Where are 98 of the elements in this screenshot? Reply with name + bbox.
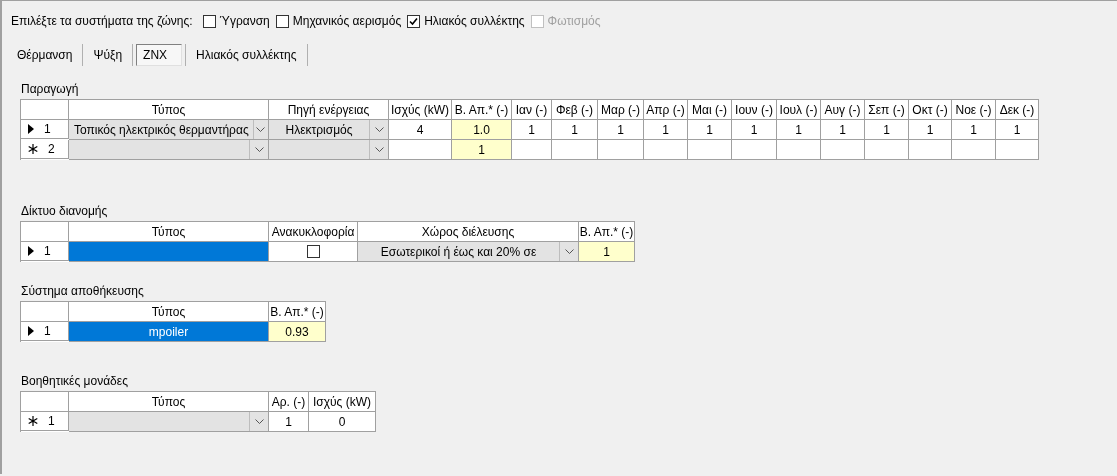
column-header[interactable]: Αρ. (-) — [269, 392, 309, 412]
column-header[interactable]: Δεκ (-) — [996, 100, 1039, 120]
section-title: Σύστημα αποθήκευσης — [21, 284, 144, 298]
checkmark-icon — [409, 16, 419, 26]
table-cell[interactable] — [598, 140, 644, 160]
column-header[interactable]: Τύπος — [69, 392, 269, 412]
column-header[interactable]: Φεβ (-) — [552, 100, 598, 120]
table-cell[interactable] — [821, 140, 865, 160]
dropdown[interactable] — [269, 140, 389, 160]
table-cell[interactable]: 1 — [269, 412, 309, 432]
dropdown[interactable] — [69, 412, 269, 432]
tab[interactable]: Ηλιακός συλλέκτης — [189, 44, 304, 66]
checkbox-label: Ύγρανση — [219, 14, 270, 28]
section-title: Παραγωγή — [21, 82, 79, 96]
table-cell[interactable]: 1 — [512, 120, 552, 140]
table-cell[interactable]: 1 — [952, 120, 996, 140]
column-header[interactable]: Νοε (-) — [952, 100, 996, 120]
row-pointer-icon — [28, 246, 34, 256]
checkbox[interactable] — [275, 14, 289, 28]
column-header[interactable]: Ιαν (-) — [512, 100, 552, 120]
table-cell[interactable]: 1 — [644, 120, 688, 140]
table-cell[interactable] — [777, 140, 821, 160]
table-cell[interactable] — [996, 140, 1039, 160]
table-cell[interactable]: 0.93 — [269, 322, 326, 342]
table-cell[interactable]: 1 — [452, 140, 512, 160]
chevron-down-icon — [374, 147, 384, 152]
section-title: Βοηθητικές μονάδες — [21, 374, 128, 388]
table-cell[interactable]: 1 — [909, 120, 952, 140]
table-cell[interactable]: 0 — [309, 412, 376, 432]
column-header[interactable]: Σεπ (-) — [865, 100, 909, 120]
table-cell[interactable]: 1 — [777, 120, 821, 140]
chevron-down-icon — [256, 127, 266, 132]
chevron-down-icon — [254, 147, 264, 152]
table-cell[interactable] — [865, 140, 909, 160]
dropdown[interactable]: Ηλεκτρισμός — [269, 120, 389, 140]
row-number: 1 — [44, 244, 51, 258]
column-header[interactable]: Β. Απ.* (-) — [269, 302, 326, 322]
column-header[interactable]: Ανακυκλοφορία — [269, 222, 358, 242]
row-pointer-icon — [28, 326, 34, 336]
dropdown[interactable] — [69, 140, 269, 160]
row-number: 2 — [48, 142, 55, 156]
section-title: Δίκτυο διανομής — [21, 204, 108, 218]
dropdown[interactable]: Τοπικός ηλεκτρικός θερμαντήρας — [69, 120, 269, 140]
column-header[interactable]: Ιουν (-) — [732, 100, 777, 120]
tab[interactable]: ZNX — [136, 44, 183, 66]
column-header[interactable]: Μαρ (-) — [598, 100, 644, 120]
table-cell[interactable]: 1 — [732, 120, 777, 140]
chevron-down-icon — [564, 249, 574, 254]
table-cell[interactable]: 1.0 — [452, 120, 512, 140]
tab[interactable]: Ψύξη — [86, 44, 130, 66]
column-header[interactable]: Β. Απ.* (-) — [452, 100, 512, 120]
column-header[interactable]: Ισχύς (kW) — [309, 392, 376, 412]
table-cell[interactable]: 1 — [688, 120, 732, 140]
chevron-down-icon — [254, 419, 264, 424]
table-cell[interactable]: 1 — [865, 120, 909, 140]
checkbox-label: Μηχανικός αερισμός — [292, 14, 402, 28]
table-cell[interactable] — [688, 140, 732, 160]
table-cell[interactable] — [552, 140, 598, 160]
checkbox[interactable] — [306, 245, 320, 258]
column-header[interactable]: Οκτ (-) — [909, 100, 952, 120]
tab[interactable]: Θέρμανση — [10, 44, 80, 66]
column-header[interactable]: Απρ (-) — [644, 100, 688, 120]
table-cell[interactable] — [952, 140, 996, 160]
checkbox-label: Ηλιακός συλλέκτης — [424, 14, 525, 28]
column-header[interactable]: Τύπος — [69, 302, 269, 322]
row-number: 1 — [44, 324, 51, 338]
table-cell[interactable] — [512, 140, 552, 160]
table-cell[interactable] — [644, 140, 688, 160]
column-header[interactable]: Τύπος — [69, 222, 269, 242]
chevron-down-icon — [374, 127, 384, 132]
column-header[interactable]: Τύπος — [69, 100, 269, 120]
checkbox[interactable] — [407, 14, 421, 28]
column-header[interactable]: Χώρος διέλευσης — [358, 222, 579, 242]
checkbox[interactable] — [202, 14, 216, 28]
row-number: 1 — [44, 122, 51, 136]
column-header[interactable]: Αυγ (-) — [821, 100, 865, 120]
dropdown[interactable]: Εσωτερικοί ή έως και 20% σε — [358, 242, 579, 262]
new-row-icon — [28, 416, 38, 426]
table-cell[interactable] — [909, 140, 952, 160]
new-row-icon — [28, 144, 38, 154]
table-cell[interactable] — [69, 242, 269, 262]
table-cell[interactable]: 1 — [579, 242, 635, 262]
table-cell[interactable]: mpoiler — [69, 322, 269, 342]
checkbox-cell[interactable] — [269, 242, 358, 262]
column-header[interactable]: Μαι (-) — [688, 100, 732, 120]
table-cell[interactable]: 1 — [552, 120, 598, 140]
checkbox-label: Φωτισμός — [547, 14, 601, 28]
table-cell[interactable] — [732, 140, 777, 160]
column-header[interactable]: Πηγή ενέργειας — [269, 100, 389, 120]
table-cell[interactable]: 1 — [996, 120, 1039, 140]
row-number: 1 — [48, 414, 55, 428]
table-cell[interactable]: 1 — [598, 120, 644, 140]
systems-label: Επιλέξτε τα συστήματα της ζώνης: — [11, 14, 193, 28]
column-header[interactable]: Ιουλ (-) — [777, 100, 821, 120]
table-cell[interactable]: 1 — [821, 120, 865, 140]
column-header[interactable]: Ισχύς (kW) — [389, 100, 452, 120]
row-pointer-icon — [28, 124, 34, 134]
column-header[interactable]: Β. Απ.* (-) — [579, 222, 635, 242]
